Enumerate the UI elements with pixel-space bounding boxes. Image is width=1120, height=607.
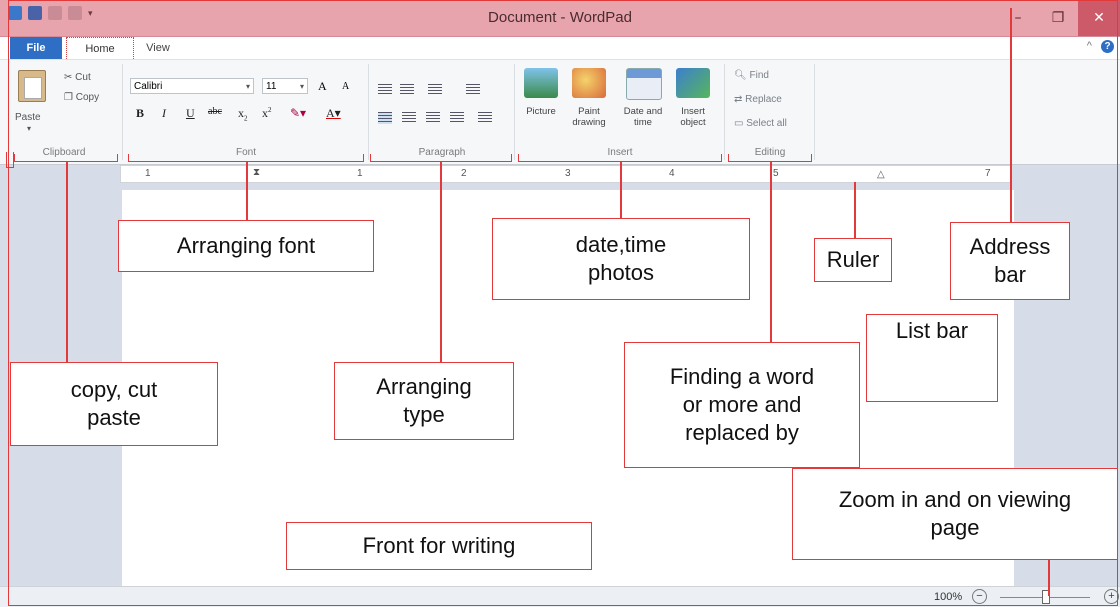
ruler-mark: 2 bbox=[461, 168, 467, 179]
help-icon[interactable]: ? bbox=[1101, 40, 1114, 53]
tab-file[interactable]: File bbox=[10, 37, 62, 59]
tab-view[interactable]: View bbox=[136, 37, 180, 59]
bullets-icon[interactable] bbox=[428, 84, 442, 96]
paragraph-connector bbox=[440, 162, 442, 362]
underline-button[interactable]: U bbox=[186, 106, 195, 121]
editing-bracket bbox=[728, 154, 812, 162]
annotation-arranging-type: Arranging type bbox=[334, 362, 514, 440]
ribbon-tabs: File Home View ^ ? bbox=[0, 37, 1120, 59]
annotation-address-bar: Address bar bbox=[950, 222, 1070, 300]
status-bar: 100% − + bbox=[0, 586, 1120, 607]
paragraph-settings-icon[interactable] bbox=[478, 112, 492, 124]
font-family-select[interactable]: Calibri ▾ bbox=[130, 78, 254, 94]
font-bracket bbox=[128, 154, 364, 162]
close-button[interactable]: ✕ bbox=[1078, 0, 1120, 36]
shrink-font-button[interactable]: A bbox=[342, 81, 349, 92]
restore-button[interactable]: ❐ bbox=[1038, 0, 1078, 36]
picture-icon[interactable] bbox=[524, 68, 558, 98]
copy-button[interactable]: ❐ Copy bbox=[64, 92, 99, 103]
annotation-list-bar: List bar bbox=[866, 314, 998, 402]
highlight-color-icon[interactable]: ✎▾ bbox=[290, 106, 306, 121]
window-title: Document - WordPad bbox=[488, 9, 632, 26]
bold-button[interactable]: B bbox=[136, 106, 144, 121]
zoom-in-button[interactable]: + bbox=[1104, 589, 1119, 604]
ruler-mark: 1 bbox=[145, 168, 151, 179]
strikethrough-button[interactable]: abc bbox=[208, 106, 222, 117]
ruler[interactable]: 1 ⧗ 1 2 3 4 5 △ 7 bbox=[120, 165, 1012, 183]
ruler-mark: 5 bbox=[773, 168, 779, 179]
subscript-button[interactable]: x2 bbox=[238, 106, 248, 122]
ruler-mark: 7 bbox=[985, 168, 991, 179]
annotation-copy-cut-paste: copy, cut paste bbox=[10, 362, 218, 446]
paste-dropdown-icon[interactable]: ▾ bbox=[27, 124, 31, 133]
clipboard-bracket bbox=[14, 154, 118, 162]
clipboard-group: Paste ▾ ✂ Cut ❐ Copy Clipboard bbox=[6, 64, 123, 160]
title-bar: ▾ Document - WordPad – ❐ ✕ bbox=[0, 0, 1120, 37]
annotation-front-for-writing: Front for writing bbox=[286, 522, 592, 570]
replace-button[interactable]: ⇄ Replace bbox=[734, 94, 782, 105]
zoom-level: 100% bbox=[934, 591, 963, 603]
calendar-icon[interactable] bbox=[626, 68, 662, 100]
paint-drawing-button[interactable]: Paint drawing bbox=[562, 106, 616, 128]
increase-indent-icon[interactable] bbox=[400, 84, 414, 96]
find-button[interactable]: 🔍︎ Find bbox=[734, 70, 769, 81]
paint-drawing-icon[interactable] bbox=[572, 68, 606, 98]
ruler-mark: 1 bbox=[357, 168, 363, 179]
text-color-icon[interactable]: A▾ bbox=[326, 106, 341, 121]
paste-button[interactable]: Paste bbox=[15, 112, 41, 123]
ruler-connector bbox=[854, 182, 856, 238]
ruler-mark: 3 bbox=[565, 168, 571, 179]
insert-object-icon[interactable] bbox=[676, 68, 710, 98]
font-connector bbox=[246, 162, 248, 220]
align-center-icon[interactable] bbox=[402, 112, 416, 124]
select-all-button[interactable]: ▭ Select all bbox=[734, 118, 787, 129]
cut-button[interactable]: ✂ Cut bbox=[64, 72, 91, 83]
paste-icon[interactable] bbox=[18, 70, 46, 102]
tab-home[interactable]: Home bbox=[66, 37, 134, 59]
superscript-button[interactable]: x2 bbox=[262, 106, 272, 121]
copy-connector bbox=[66, 162, 68, 362]
align-right-icon[interactable] bbox=[426, 112, 440, 124]
minimize-ribbon-icon[interactable]: ^ bbox=[1087, 40, 1092, 52]
italic-button[interactable]: I bbox=[162, 106, 166, 121]
align-left-icon[interactable] bbox=[378, 112, 392, 124]
ruler-mark: 4 bbox=[669, 168, 675, 179]
left-bracket bbox=[6, 152, 14, 168]
picture-button[interactable]: Picture bbox=[514, 106, 568, 117]
window-controls: – ❐ ✕ bbox=[998, 0, 1120, 36]
ribbon: Paste ▾ ✂ Cut ❐ Copy Clipboard Font Cali… bbox=[0, 59, 1120, 165]
grow-font-button[interactable]: A bbox=[318, 79, 327, 94]
minimize-button[interactable]: – bbox=[998, 0, 1038, 36]
zoom-out-button[interactable]: − bbox=[972, 589, 987, 604]
annotation-arranging-font: Arranging font bbox=[118, 220, 374, 272]
insert-bracket bbox=[518, 154, 722, 162]
date-and-time-button[interactable]: Date and time bbox=[616, 106, 670, 128]
decrease-indent-icon[interactable] bbox=[378, 84, 392, 96]
annotation-zoom: Zoom in and on viewing page bbox=[792, 468, 1118, 560]
font-size-select[interactable]: 11 ▾ bbox=[262, 78, 308, 94]
insert-object-button[interactable]: Insert object bbox=[666, 106, 720, 128]
ribbon-right-controls: ^ ? bbox=[1087, 40, 1114, 53]
right-indent-marker[interactable]: △ bbox=[877, 169, 885, 180]
line-spacing-icon[interactable] bbox=[466, 84, 480, 96]
insert-connector bbox=[620, 162, 622, 218]
paragraph-bracket bbox=[370, 154, 512, 162]
address-connector bbox=[1010, 8, 1012, 222]
annotation-ruler: Ruler bbox=[814, 238, 892, 282]
annotation-date-time-photos: date,time photos bbox=[492, 218, 750, 300]
annotation-finding-word: Finding a word or more and replaced by bbox=[624, 342, 860, 468]
justify-icon[interactable] bbox=[450, 112, 464, 124]
left-indent-marker[interactable]: ⧗ bbox=[253, 167, 260, 178]
